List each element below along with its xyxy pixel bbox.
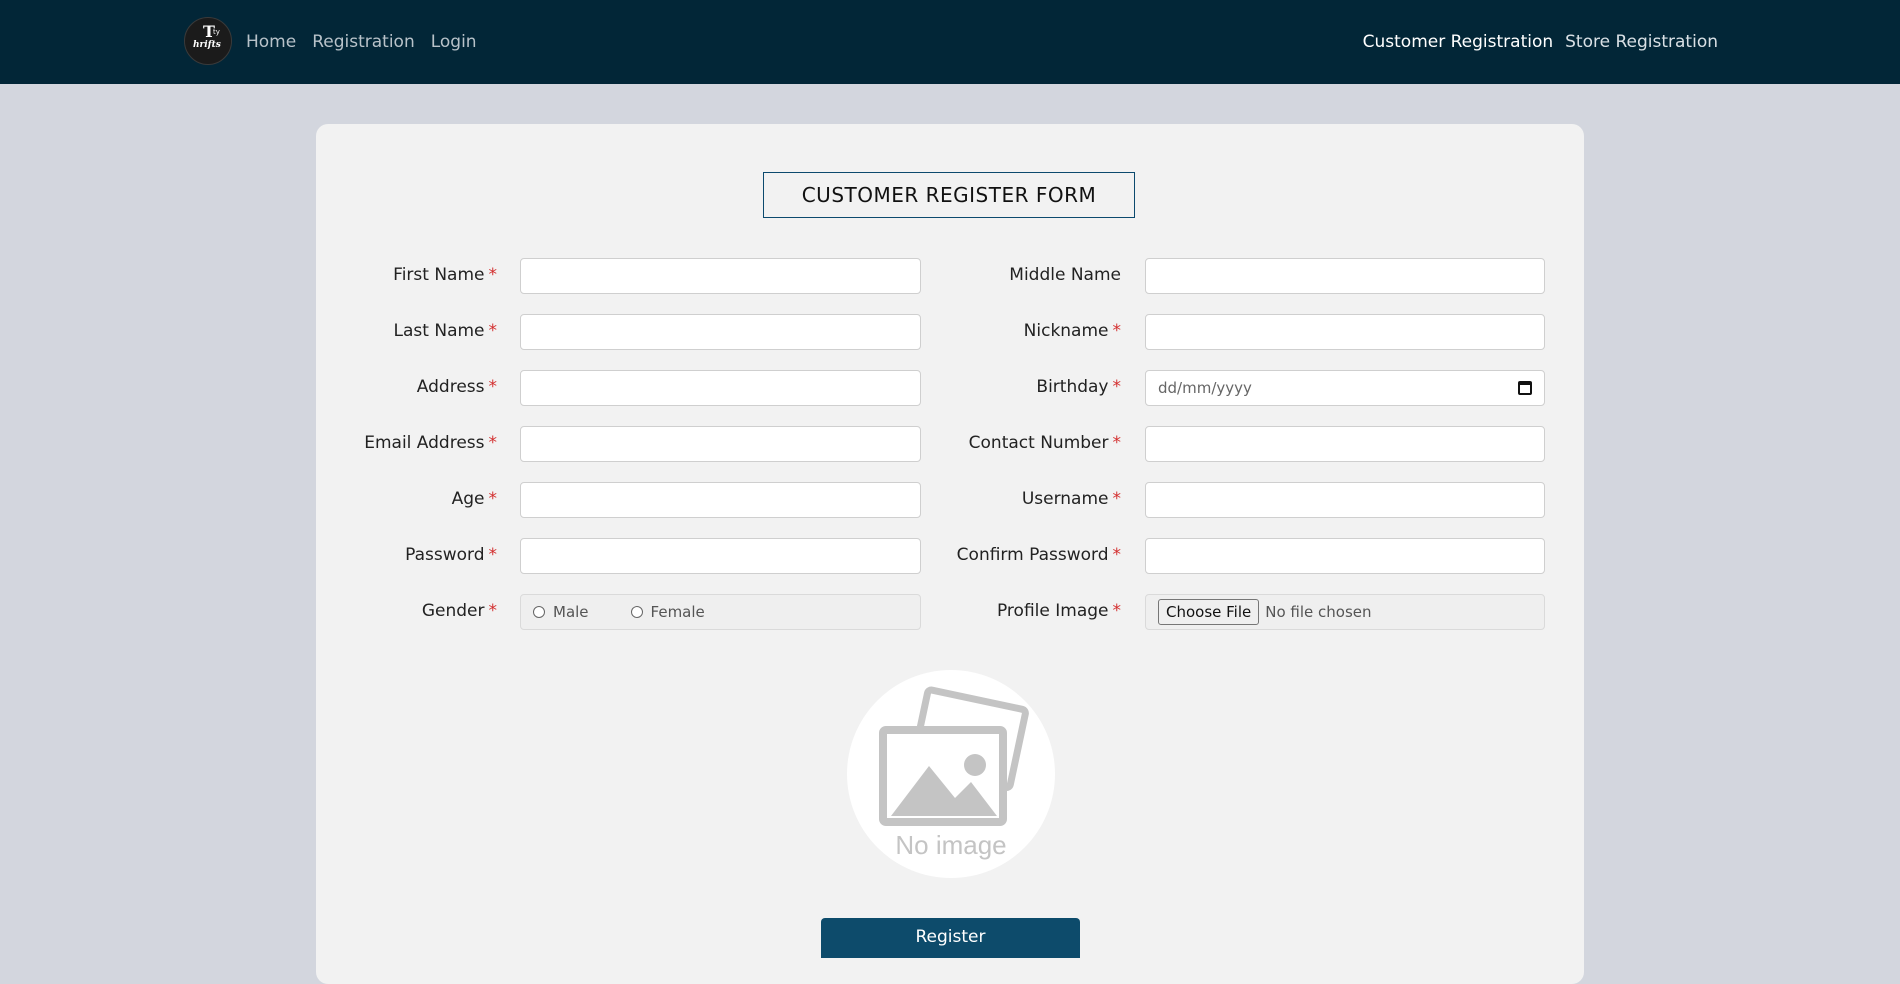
required-mark: *	[1112, 489, 1122, 509]
required-mark: *	[1112, 377, 1122, 397]
birthday-label: Birthday *	[1036, 377, 1122, 397]
last-name-input[interactable]	[520, 314, 921, 350]
brand-logo[interactable]: T ty hrifts	[184, 17, 232, 65]
username-label: Username *	[1021, 489, 1122, 509]
gender-male-label: Male	[553, 603, 589, 621]
gender-female-label: Female	[650, 603, 705, 621]
logo-small-text: ty	[213, 28, 220, 36]
username-input[interactable]	[1145, 482, 1545, 518]
no-image-text: No image	[895, 830, 1007, 860]
contact-number-label: Contact Number *	[968, 433, 1122, 453]
birthday-placeholder: dd/mm/yyyy	[1158, 379, 1252, 397]
required-mark: *	[488, 601, 498, 621]
gender-male-option[interactable]: Male	[533, 603, 589, 621]
nav-registration-links: Customer Registration Store Registration	[1363, 0, 1718, 84]
nav-main-links: Home Registration Login	[246, 0, 477, 84]
password-input[interactable]	[520, 538, 921, 574]
required-mark: *	[1112, 433, 1122, 453]
profile-image-file-input[interactable]: Choose File No file chosen	[1145, 594, 1545, 630]
profile-image-preview: No image	[847, 670, 1055, 878]
age-input[interactable]	[520, 482, 921, 518]
required-mark: *	[488, 321, 498, 341]
first-name-label: First Name *	[393, 265, 498, 285]
required-mark: *	[1112, 321, 1122, 341]
required-mark: *	[1112, 545, 1122, 565]
register-button[interactable]: Register	[821, 918, 1080, 958]
radio-male[interactable]	[533, 606, 545, 618]
gender-radio-group: Male Female	[520, 594, 921, 630]
confirm-password-label: Confirm Password *	[956, 545, 1122, 565]
first-name-input[interactable]	[520, 258, 921, 294]
nickname-input[interactable]	[1145, 314, 1545, 350]
address-input[interactable]	[520, 370, 921, 406]
required-mark: *	[488, 265, 498, 285]
nickname-label: Nickname *	[1023, 321, 1122, 341]
navbar: T ty hrifts Home Registration Login Cust…	[0, 0, 1900, 84]
profile-image-label: Profile Image *	[996, 601, 1122, 621]
last-name-label: Last Name *	[393, 321, 498, 341]
birthday-date-input[interactable]: dd/mm/yyyy	[1145, 370, 1545, 406]
gender-female-option[interactable]: Female	[630, 603, 705, 621]
choose-file-button[interactable]: Choose File	[1158, 599, 1260, 625]
nav-home-link[interactable]: Home	[246, 32, 296, 52]
contact-number-input[interactable]	[1145, 426, 1545, 462]
email-input[interactable]	[520, 426, 921, 462]
password-label: Password *	[405, 545, 498, 565]
email-label: Email Address *	[364, 433, 498, 453]
required-mark: *	[1112, 601, 1122, 621]
logo-bottom-text: hrifts	[193, 40, 221, 50]
form-title: CUSTOMER REGISTER FORM	[763, 172, 1135, 218]
required-mark: *	[488, 489, 498, 509]
no-file-chosen-text: No file chosen	[1265, 603, 1372, 621]
age-label: Age *	[451, 489, 498, 509]
nav-registration-link[interactable]: Registration	[312, 32, 415, 52]
nav-login-link[interactable]: Login	[431, 32, 477, 52]
gender-label: Gender *	[421, 601, 498, 621]
required-mark: *	[488, 545, 498, 565]
address-label: Address *	[416, 377, 498, 397]
required-mark: *	[488, 433, 498, 453]
radio-female[interactable]	[630, 606, 643, 618]
nav-store-registration-link[interactable]: Store Registration	[1565, 32, 1718, 52]
confirm-password-input[interactable]	[1145, 538, 1545, 574]
nav-customer-registration-link[interactable]: Customer Registration	[1363, 32, 1554, 52]
required-mark: *	[488, 377, 498, 397]
calendar-icon[interactable]	[1518, 381, 1532, 395]
middle-name-label: Middle Name	[1009, 265, 1121, 285]
middle-name-input[interactable]	[1145, 258, 1545, 294]
